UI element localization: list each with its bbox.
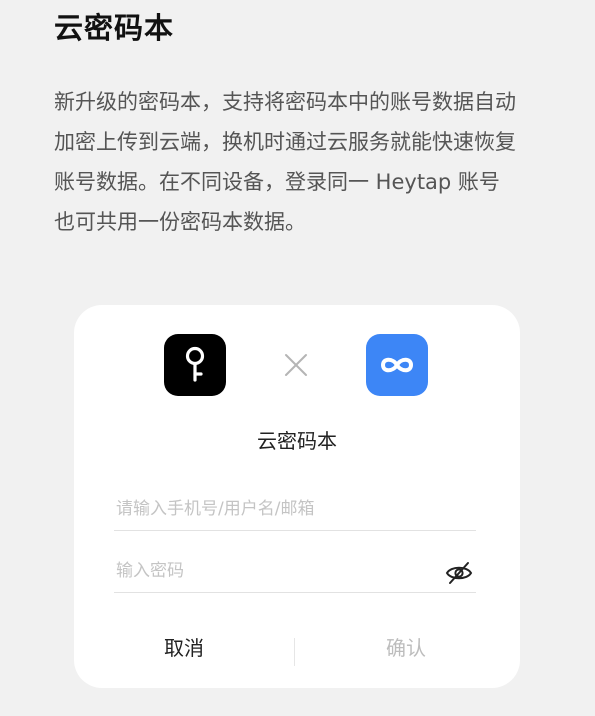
confirm-button[interactable]: 确认 (306, 626, 506, 670)
password-input[interactable] (114, 556, 436, 586)
button-divider (294, 638, 295, 666)
login-dialog: 云密码本 取消 确认 (74, 305, 520, 688)
description-text: 新升级的密码本，支持将密码本中的账号数据自动 加密上传到云端，换机时通过云服务就… (54, 82, 554, 242)
password-field (114, 548, 476, 593)
page-title: 云密码本 (54, 11, 175, 45)
infinity-cloud-app-icon (366, 334, 428, 396)
key-app-icon (164, 334, 226, 396)
eye-off-icon[interactable] (444, 560, 474, 586)
description-line: 也可共用一份密码本数据。 (54, 210, 306, 234)
username-field (114, 486, 476, 531)
dialog-title: 云密码本 (257, 429, 337, 453)
times-icon (282, 351, 310, 379)
cancel-button[interactable]: 取消 (84, 626, 284, 670)
description-line: 加密上传到云端，换机时通过云服务就能快速恢复 (54, 130, 516, 154)
description-line: 新升级的密码本，支持将密码本中的账号数据自动 (54, 90, 516, 114)
description-line: 账号数据。在不同设备，登录同一 Heytap 账号 (54, 170, 500, 194)
username-input[interactable] (114, 494, 436, 524)
